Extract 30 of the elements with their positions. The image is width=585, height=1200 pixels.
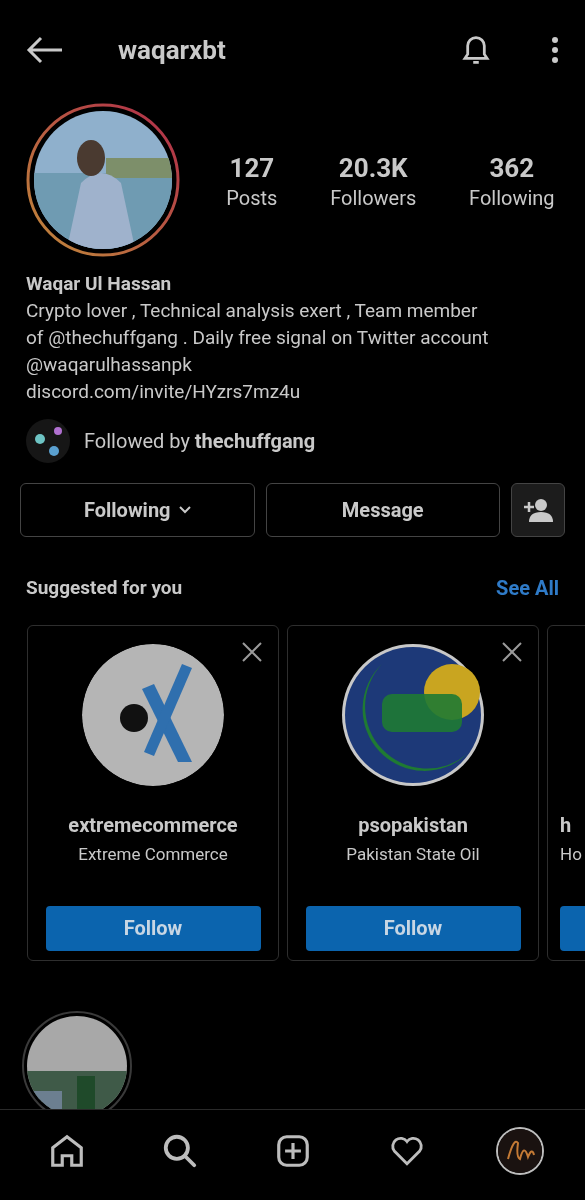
add-person-button[interactable] xyxy=(511,483,565,537)
suggested-full-name: Extreme Commerce xyxy=(78,843,228,866)
suggested-full-name: Ho xyxy=(560,843,582,866)
suggested-username: extremecommerce xyxy=(68,812,238,839)
chevron-down-icon xyxy=(178,506,191,514)
profile-name: Waqar Ul Hassan xyxy=(26,271,173,297)
suggested-username: h xyxy=(560,812,572,839)
following-button[interactable]: Following xyxy=(20,483,255,537)
close-icon[interactable] xyxy=(242,642,262,662)
section-title: Suggested for you xyxy=(26,574,183,601)
profile-link[interactable]: discord.com/invite/HYzrs7mz4u xyxy=(26,378,301,405)
stat-label: Following xyxy=(469,185,555,212)
see-all-link[interactable]: See All xyxy=(496,573,559,603)
message-button[interactable]: Message xyxy=(265,483,500,537)
stat-count: 20.3K xyxy=(338,152,408,184)
suggested-username: psopakistan xyxy=(358,812,468,839)
add-person-icon xyxy=(523,498,553,522)
stat-label: Followers xyxy=(330,185,417,212)
suggested-full-name: Pakistan State Oil xyxy=(346,843,480,866)
profile-username: waqarxbt xyxy=(118,33,226,67)
close-icon[interactable] xyxy=(502,642,522,662)
follow-button[interactable]: Follow xyxy=(45,905,261,951)
more-icon[interactable] xyxy=(551,36,559,64)
stat-count: 362 xyxy=(489,152,535,184)
followed-by-text: Followed by thechuffgang xyxy=(84,428,316,455)
back-icon[interactable] xyxy=(26,36,64,64)
profile-avatar[interactable] xyxy=(497,1129,542,1173)
follow-button[interactable]: Follow xyxy=(305,905,521,951)
stat-count: 127 xyxy=(229,152,275,184)
stat-label: Posts xyxy=(226,185,278,212)
